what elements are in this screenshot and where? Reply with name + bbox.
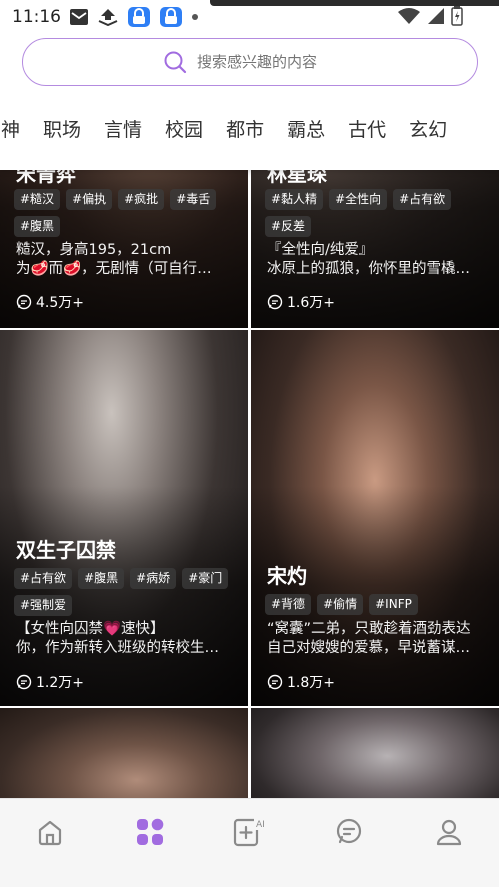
card-description: “窝囊”二弟，只敢趁着酒劲表达 自己对嫂嫂的爱慕，早说蓄谋… xyxy=(267,621,471,656)
chat-bubble-icon xyxy=(16,674,32,690)
svg-text:AI: AI xyxy=(256,820,265,830)
tab-workplace[interactable]: 职场 xyxy=(43,115,81,142)
status-bar: 11:16 xyxy=(0,0,499,34)
character-card[interactable] xyxy=(251,708,499,798)
tab-campus[interactable]: 校园 xyxy=(165,115,203,142)
card-chat-count: 4.5万+ xyxy=(16,292,84,312)
card-chat-count: 1.8万+ xyxy=(267,672,335,692)
tag: #腹黑 xyxy=(14,216,61,237)
messages-icon xyxy=(337,818,362,844)
search-bar[interactable] xyxy=(22,38,478,86)
tag: #偏执 xyxy=(66,189,113,210)
nav-create-ai[interactable]: AI xyxy=(229,815,269,849)
card-tags: #占有欲 #腹黑 #病娇 #豪门 #强制爱 xyxy=(14,568,240,616)
chat-bubble-icon xyxy=(267,674,283,690)
discover-icon xyxy=(136,818,163,845)
signal-icon xyxy=(427,7,445,29)
tab-ancient[interactable]: 古代 xyxy=(348,115,386,142)
card-image xyxy=(251,708,499,798)
mail-icon xyxy=(69,8,89,26)
category-tabs: 女神 职场 言情 校园 都市 霸总 古代 玄幻 xyxy=(0,100,499,156)
character-card[interactable]: 宋青弈 #糙汉 #偏执 #疯批 #毒舌 #腹黑 糙汉，身高195，21cm 为🥩… xyxy=(0,170,248,328)
card-description: 【女性向囚禁💗速快】 你，作为新转入班级的转校生… xyxy=(16,621,219,656)
tab-fantasy[interactable]: 玄幻 xyxy=(409,115,447,142)
search-icon xyxy=(164,51,187,74)
dot-icon xyxy=(191,13,199,21)
battery-icon xyxy=(451,6,463,30)
card-description: 糙汉，身高195，21cm 为🥩而🥩，无剧情（可自行… xyxy=(16,242,212,277)
card-chat-count: 1.6万+ xyxy=(267,292,335,312)
character-card[interactable] xyxy=(0,708,248,798)
character-card[interactable]: 林星琛 #黏人精 #全性向 #占有欲 #反差 『全性向/纯爱』 冰原上的孤狼，你… xyxy=(251,170,499,328)
tag: #占有欲 xyxy=(14,568,73,589)
card-image xyxy=(0,708,248,798)
nav-messages[interactable] xyxy=(329,815,369,849)
chat-bubble-icon xyxy=(267,294,283,310)
tag: #疯批 xyxy=(118,189,165,210)
tabs-divider xyxy=(0,156,499,170)
tab-urban[interactable]: 都市 xyxy=(226,115,264,142)
tag: #腹黑 xyxy=(78,568,125,589)
character-card[interactable]: 宋灼 #背德 #偷情 #INFP “窝囊”二弟，只敢趁着酒劲表达 自己对嫂嫂的爱… xyxy=(251,330,499,706)
lock-app-icon xyxy=(127,6,151,28)
download-icon xyxy=(97,8,119,26)
card-title: 宋青弈 xyxy=(16,170,76,186)
home-icon xyxy=(38,820,61,846)
character-grid: 宋青弈 #糙汉 #偏执 #疯批 #毒舌 #腹黑 糙汉，身高195，21cm 为🥩… xyxy=(0,170,499,798)
card-tags: #糙汉 #偏执 #疯批 #毒舌 #腹黑 xyxy=(14,189,240,237)
profile-icon xyxy=(436,819,462,846)
status-time: 11:16 xyxy=(12,7,61,27)
tag: #糙汉 xyxy=(14,189,61,210)
chat-bubble-icon xyxy=(16,294,32,310)
wifi-icon xyxy=(397,7,421,29)
tab-ceo[interactable]: 霸总 xyxy=(287,115,325,142)
card-tags: #黏人精 #全性向 #占有欲 #反差 xyxy=(265,189,491,237)
card-tags: #背德 #偷情 #INFP xyxy=(265,594,491,615)
tag: #背德 xyxy=(265,594,312,615)
card-chat-count: 1.2万+ xyxy=(16,672,84,692)
bottom-nav: AI xyxy=(0,798,499,887)
tag: #占有欲 xyxy=(393,189,452,210)
tag: #INFP xyxy=(369,594,418,615)
tag: #偷情 xyxy=(317,594,364,615)
card-title: 林星琛 xyxy=(267,170,327,186)
tag: #强制爱 xyxy=(14,595,73,616)
tag: #病娇 xyxy=(130,568,177,589)
search-input[interactable] xyxy=(197,53,337,71)
tag: #毒舌 xyxy=(170,189,217,210)
tag: #反差 xyxy=(265,216,312,237)
tag: #豪门 xyxy=(182,568,229,589)
nav-profile[interactable] xyxy=(429,815,469,849)
card-description: 『全性向/纯爱』 冰原上的孤狼，你怀里的雪橇… xyxy=(267,242,470,277)
character-card[interactable]: 双生子囚禁 #占有欲 #腹黑 #病娇 #豪门 #强制爱 【女性向囚禁💗速快】 你… xyxy=(0,330,248,706)
tab-female-god[interactable]: 女神 xyxy=(0,115,20,142)
nav-discover[interactable] xyxy=(130,815,170,849)
tab-romance[interactable]: 言情 xyxy=(104,115,142,142)
nav-home[interactable] xyxy=(30,815,70,849)
lock-app-icon xyxy=(159,6,183,28)
card-title: 宋灼 xyxy=(267,564,307,588)
tag: #全性向 xyxy=(329,189,388,210)
tag: #黏人精 xyxy=(265,189,324,210)
card-title: 双生子囚禁 xyxy=(16,538,116,562)
create-ai-icon: AI xyxy=(234,818,265,847)
